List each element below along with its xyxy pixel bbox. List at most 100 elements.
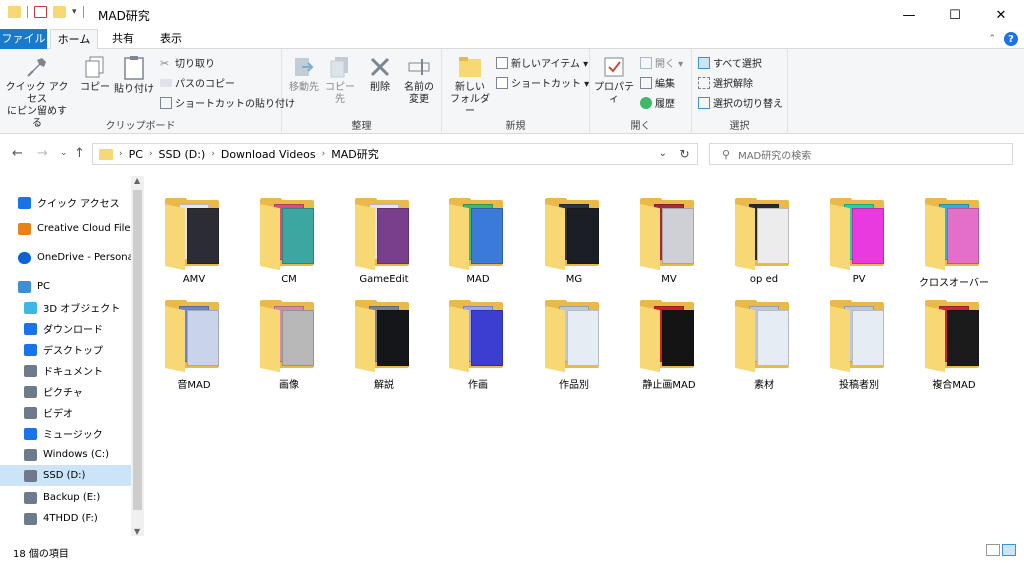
nav-item[interactable]: ドキュメント xyxy=(0,360,131,381)
nav-item[interactable]: OneDrive - Persona xyxy=(0,247,131,268)
breadcrumb-mad[interactable]: MAD研究 xyxy=(331,146,379,162)
folder-item[interactable]: 解説 xyxy=(344,288,424,391)
paste-button[interactable]: 貼り付け xyxy=(114,53,154,96)
nav-item[interactable]: Creative Cloud Files xyxy=(0,218,131,239)
recent-locations-button[interactable]: ⌄ xyxy=(60,148,68,158)
tab-share[interactable]: 共有 xyxy=(108,29,138,49)
breadcrumb-ssd[interactable]: SSD (D:) xyxy=(159,148,206,161)
nav-item[interactable]: ダウンロード xyxy=(0,318,131,339)
scroll-thumb[interactable] xyxy=(133,190,142,510)
search-placeholder: MAD研究の検索 xyxy=(738,150,812,162)
nav-item[interactable]: デスクトップ xyxy=(0,339,131,360)
folder-front xyxy=(830,306,850,373)
properties-qat-icon[interactable] xyxy=(34,6,47,18)
select-none-button[interactable]: 選択解除 xyxy=(698,75,753,90)
folder-item[interactable]: 作画 xyxy=(438,288,518,391)
new-folder-qat-icon[interactable] xyxy=(53,6,66,18)
invert-selection-button[interactable]: 選択の切り替え xyxy=(698,95,783,110)
refresh-button[interactable]: ↻ xyxy=(672,143,698,165)
folder-item[interactable]: op ed xyxy=(724,186,804,286)
rename-button[interactable]: 名前の 変更 xyxy=(398,53,440,106)
chevron-down-icon[interactable]: ⌄ xyxy=(659,148,667,159)
search-box[interactable]: ⚲ MAD研究の検索 xyxy=(709,143,1013,165)
folder-item[interactable]: 複合MAD xyxy=(914,288,994,391)
shortcut-button[interactable]: ショートカット ▾ xyxy=(496,75,589,90)
picture-icon xyxy=(24,385,37,398)
folder-item[interactable]: クロスオーバー xyxy=(914,186,994,289)
folder-item[interactable]: PV xyxy=(819,186,899,286)
thumbnail-page xyxy=(187,208,219,264)
collapse-ribbon-icon[interactable]: ⌃ xyxy=(988,34,996,44)
folder-name: MAD xyxy=(466,274,490,285)
maximize-button[interactable]: ☐ xyxy=(932,0,978,30)
group-new: 新しい フォルダー 新しいアイテム ▾ ショートカット ▾ 新規 xyxy=(442,49,590,134)
nav-item[interactable]: クイック アクセス xyxy=(0,192,131,213)
tab-home[interactable]: ホーム xyxy=(50,29,98,50)
nav-item[interactable]: Backup (E:) xyxy=(0,487,131,508)
paste-shortcut-button[interactable]: ショートカットの貼り付け xyxy=(160,95,295,110)
nav-item[interactable]: ピクチャ xyxy=(0,381,131,402)
status-bar: 18 個の項目 xyxy=(0,538,1024,563)
large-icons-view-button[interactable] xyxy=(1002,544,1016,556)
folder-item[interactable]: AMV xyxy=(154,186,234,286)
nav-item-label: ビデオ xyxy=(43,409,73,420)
open-button[interactable]: 開く ▾ xyxy=(640,55,683,70)
minimize-button[interactable]: — xyxy=(886,0,932,30)
copy-path-button[interactable]: パスのコピー xyxy=(160,75,235,90)
scroll-up-icon[interactable]: ▲ xyxy=(134,176,140,185)
folder-item[interactable]: CM xyxy=(249,186,329,286)
folder-item[interactable]: 音MAD xyxy=(154,288,234,391)
folder-item[interactable]: MG xyxy=(534,186,614,286)
shortcut-label: ショートカット ▾ xyxy=(511,79,590,90)
copy-path-label: パスのコピー xyxy=(175,79,235,90)
folder-item[interactable]: 作品別 xyxy=(534,288,614,391)
select-all-button[interactable]: すべて選択 xyxy=(698,55,762,70)
nav-item[interactable]: ミュージック xyxy=(0,423,131,444)
edit-button[interactable]: 編集 xyxy=(640,75,675,90)
nav-item[interactable]: 4THDD (F:) xyxy=(0,508,131,529)
help-icon[interactable]: ? xyxy=(1004,32,1018,46)
folder-item[interactable]: 画像 xyxy=(249,288,329,391)
copy-to-button[interactable]: コピー先 xyxy=(322,53,358,106)
delete-button[interactable]: 削除 xyxy=(366,53,394,94)
breadcrumb-pc[interactable]: PC xyxy=(129,148,143,161)
nav-item-label: ピクチャ xyxy=(43,388,83,399)
thumbnail-page xyxy=(662,310,694,366)
nav-item[interactable]: SSD (D:) xyxy=(0,465,131,486)
nav-item[interactable]: ビデオ xyxy=(0,402,131,423)
new-item-button[interactable]: 新しいアイテム ▾ xyxy=(496,55,588,70)
breadcrumb-download-videos[interactable]: Download Videos xyxy=(221,148,316,161)
folder-item[interactable]: 静止画MAD xyxy=(629,288,709,391)
up-button[interactable]: ↑ xyxy=(74,146,85,161)
new-item-icon xyxy=(496,56,508,69)
nav-scrollbar[interactable]: ▲ ▼ xyxy=(131,176,144,536)
scissors-icon: ✂ xyxy=(160,56,170,70)
properties-button[interactable]: プロパティ xyxy=(592,53,636,106)
address-box[interactable]: › PC › SSD (D:) › Download Videos › MAD研… xyxy=(92,143,698,165)
move-to-button[interactable]: 移動先 xyxy=(286,53,322,94)
close-button[interactable]: ✕ xyxy=(978,0,1024,30)
folder-thumbnail-icon xyxy=(640,300,698,373)
tab-view[interactable]: 表示 xyxy=(156,29,186,49)
tab-file[interactable]: ファイル xyxy=(0,29,47,49)
cut-button[interactable]: ✂ 切り取り xyxy=(160,55,215,71)
folder-front xyxy=(735,306,755,373)
back-button[interactable]: ← xyxy=(12,146,23,161)
folder-item[interactable]: MAD xyxy=(438,186,518,286)
folder-item[interactable]: MV xyxy=(629,186,709,286)
details-view-button[interactable] xyxy=(986,544,1000,556)
folder-item[interactable]: 投稿者別 xyxy=(819,288,899,391)
copy-button[interactable]: コピー xyxy=(80,53,110,94)
nav-item[interactable]: PC xyxy=(0,276,131,297)
nav-item-label: デスクトップ xyxy=(43,346,103,357)
history-button[interactable]: 履歴 xyxy=(640,95,675,110)
scroll-down-icon[interactable]: ▼ xyxy=(134,527,140,536)
folder-name: 静止画MAD xyxy=(642,380,696,391)
folder-item[interactable]: GameEdit xyxy=(344,186,424,286)
forward-button[interactable]: → xyxy=(37,146,48,161)
nav-item[interactable]: 3D オブジェクト xyxy=(0,297,131,318)
qat-dropdown-icon[interactable]: ▾ xyxy=(72,7,77,17)
nav-item[interactable]: Windows (C:) xyxy=(0,444,131,465)
folder-item[interactable]: 素材 xyxy=(724,288,804,391)
new-folder-button[interactable]: 新しい フォルダー xyxy=(446,53,494,118)
